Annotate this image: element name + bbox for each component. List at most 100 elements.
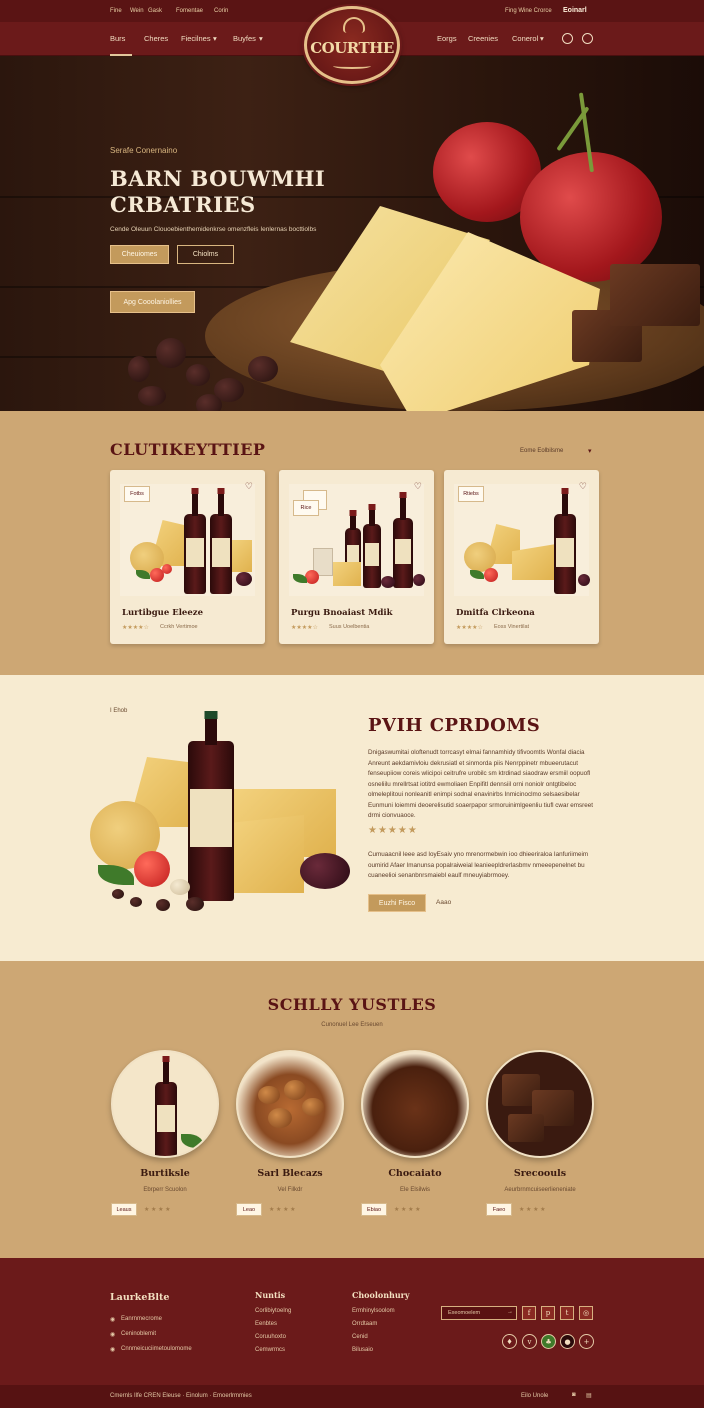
nav-item-2[interactable]: Cheres (144, 34, 168, 43)
product-meta: Suus Uoelbentia (329, 624, 370, 630)
pinterest-icon[interactable]: p (541, 1306, 555, 1320)
specialty-sub: Vel Filkdr (277, 1187, 303, 1193)
specialty-sub: Aeurbrnmcuiseerlieneniate (504, 1187, 576, 1193)
product-card[interactable]: Rice ♡ Purgu Bnoaiast Mdik ★★★★☆ Suus Uo… (279, 470, 434, 644)
footer-bottom-links[interactable]: Eilo Unole (521, 1393, 548, 1399)
specialty-price[interactable]: Leao (236, 1203, 262, 1216)
wine-bottle (188, 711, 234, 901)
product-meta: Eoss Vinertilat (494, 624, 530, 630)
strawberry-image (134, 851, 170, 887)
grape-icon[interactable]: ● (560, 1334, 575, 1349)
topbar-link-2[interactable]: Wein (130, 8, 144, 14)
heart-icon[interactable]: ♡ (579, 482, 587, 492)
topbar-right-strong[interactable]: Eoinarl (563, 7, 587, 14)
globe-icon[interactable]: ◙ (572, 1392, 576, 1398)
product-card[interactable]: Fotbs ♡ Lurtibgue Eleeze ★★★★☆ Ccrkh Ver… (110, 470, 265, 644)
footer-link[interactable]: Bilusaio (352, 1347, 373, 1353)
instagram-icon[interactable]: ◎ (579, 1306, 593, 1320)
product-title: Dmitfa Clrkeona (456, 608, 535, 618)
product-card[interactable]: Rtiebs ♡ Dmitfa Clrkeona ★★★★☆ Eoss Vine… (444, 470, 599, 644)
product-rating: ★★★★☆ (456, 625, 483, 631)
footer-link[interactable]: Ermhinylsoolom (352, 1308, 395, 1314)
search-icon[interactable] (582, 33, 593, 44)
heart-icon[interactable]: ♡ (245, 482, 253, 492)
specialty-sub: Ele Elsilwis (399, 1187, 430, 1193)
facebook-icon[interactable]: f (522, 1306, 536, 1320)
specialty-sub: Ebrperr Scuolon (143, 1187, 187, 1193)
mail-icon: ◉ (110, 1347, 116, 1353)
newsletter-input[interactable]: Exeomoelem (441, 1306, 517, 1320)
specialty-rating: ★ ★ ★ ★ (394, 1207, 421, 1213)
chevron-down-icon: ▾ (588, 447, 592, 455)
share-icon[interactable]: + (579, 1334, 594, 1349)
topbar-link-4[interactable]: Fomentae (176, 8, 203, 14)
vine-icon[interactable]: v (522, 1334, 537, 1349)
hero-title: BARN BOUWMHI CRBATRIES (110, 166, 325, 218)
hero-title-line-1: BARN BOUWMHI (110, 166, 326, 191)
product-title: Purgu Bnoaiast Mdik (291, 608, 393, 618)
hero-banner (0, 56, 704, 411)
sort-dropdown[interactable]: Eome Eolbilsme (520, 448, 563, 454)
specialty-image[interactable] (361, 1050, 469, 1158)
account-icon[interactable] (562, 33, 573, 44)
wine-bottle (554, 488, 576, 594)
hero-tertiary-button[interactable]: Apg Cooolaniollies (110, 291, 195, 313)
nav-item-right-1[interactable]: Eorgs (437, 34, 457, 43)
product-title: Lurtibgue Eleeze (122, 608, 203, 618)
hero-subtitle: Cende Oleuun Clouoebienthemidenkrse omen… (110, 226, 317, 233)
specialty-name: Burtiksle (140, 1168, 190, 1179)
footer-link[interactable]: Cenid (352, 1334, 368, 1340)
site-footer: LaurkeBlte ◉ Eanrnmecrome ◉ Ceninoblemit… (0, 1258, 704, 1385)
specialties-section: SCHLLY YUSTLES Cunonuel Lee Erseuen Burt… (0, 961, 704, 1258)
wine-bottle (210, 488, 232, 594)
specialty-image[interactable] (236, 1050, 344, 1158)
berries-image (300, 853, 350, 889)
specialty-image[interactable] (486, 1050, 594, 1158)
footer-link[interactable]: Coruuhoxto (255, 1334, 286, 1340)
nav-item-right-2[interactable]: Creenies (468, 34, 498, 43)
wine-bottle (155, 1056, 177, 1156)
specialties-title: SCHLLY YUSTLES (267, 995, 437, 1014)
specialty-price[interactable]: Faeo (486, 1203, 512, 1216)
cart-icon[interactable]: ▤ (586, 1392, 592, 1399)
product-rating: ★★★★☆ (291, 625, 318, 631)
footer-link[interactable]: Eenbtes (255, 1321, 277, 1327)
wine-bottle (363, 504, 381, 588)
hero-secondary-button[interactable]: Chiolms (177, 245, 234, 264)
specialty-name: Srecoouls (513, 1168, 567, 1179)
nav-item-4[interactable]: Buyfes (233, 34, 256, 43)
nav-item-1[interactable]: Burs (110, 34, 125, 43)
feature-title: PVIH CPRDOMS (368, 715, 541, 736)
leaf-icon[interactable]: ♣ (541, 1334, 556, 1349)
logo-text: COURTHE (310, 39, 394, 57)
product-meta: Ccrkh Vertimoe (160, 624, 198, 630)
heart-icon[interactable]: ♡ (414, 482, 422, 492)
brand-logo[interactable]: COURTHE (304, 6, 400, 84)
nav-item-right-3[interactable]: Conerol (512, 34, 538, 43)
crest-icon (343, 17, 365, 33)
footer-link[interactable]: Cemwrmcs (255, 1347, 285, 1353)
feature-link[interactable]: Aaao (436, 899, 451, 906)
topbar-link-5[interactable]: Corin (214, 8, 228, 14)
wine-icon[interactable]: ♦ (502, 1334, 517, 1349)
footer-link[interactable]: Orrdtaam (352, 1321, 377, 1327)
product-badge: Fotbs (124, 486, 150, 502)
nav-item-3[interactable]: Fiecilnes (181, 34, 211, 43)
specialty-price[interactable]: Ebiao (361, 1203, 387, 1216)
twitter-icon[interactable]: t (560, 1306, 574, 1320)
footer-link[interactable]: Corlibiytoelng (255, 1308, 291, 1314)
specialty-rating: ★ ★ ★ ★ (144, 1207, 171, 1213)
copyright-text: Cmernls Ilfe CREN Eleuse · Einolum · Emo… (110, 1393, 252, 1399)
specialty-price[interactable]: Leaus (111, 1203, 137, 1216)
specialties-subtitle: Cunonuel Lee Erseuen (321, 1022, 383, 1028)
topbar-link-1[interactable]: Fine (110, 8, 122, 14)
specialty-image[interactable] (111, 1050, 219, 1158)
feature-button[interactable]: Euzhi Fisco (368, 894, 426, 912)
topbar-link-3[interactable]: Gask (148, 8, 162, 14)
footer-brand: LaurkeBlte (110, 1292, 170, 1303)
hero-eyebrow: Serafe Conernaino (110, 146, 178, 155)
newsletter-submit-button[interactable]: → (507, 1309, 513, 1315)
footer-contact-3[interactable]: Cnnmeicuciimetoulomome (121, 1346, 192, 1352)
hero-primary-button[interactable]: Cheuiomes (110, 245, 169, 264)
product-badge: Rtiebs (458, 486, 484, 502)
